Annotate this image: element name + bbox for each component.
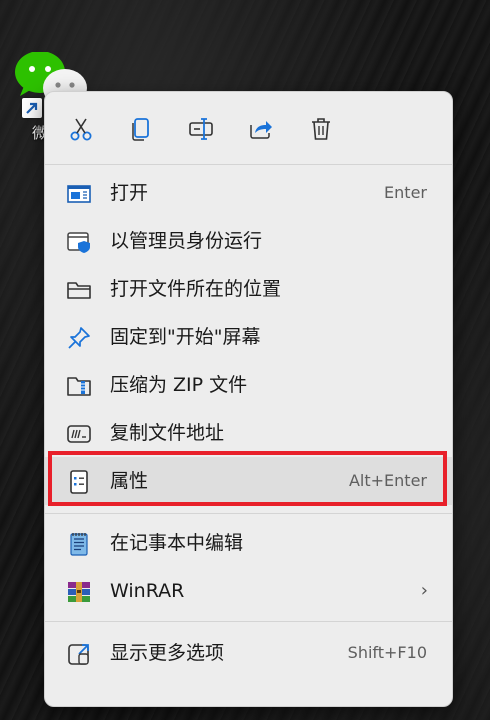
copy-icon [132, 118, 149, 141]
separator [45, 513, 452, 514]
menu-item-shortcut: Enter [384, 183, 427, 202]
copy-path-icon [66, 421, 92, 447]
rename-button[interactable] [184, 112, 218, 146]
separator [45, 621, 452, 622]
menu-item-label: 在记事本中编辑 [110, 532, 244, 554]
menu-item-label: WinRAR [110, 580, 185, 602]
menu-item-label: 打开文件所在的位置 [110, 278, 282, 300]
pin-icon [66, 325, 92, 351]
delete-button[interactable] [304, 112, 338, 146]
share-button[interactable] [244, 112, 278, 146]
menu-item-label: 显示更多选项 [110, 642, 225, 664]
menu-item-copy-path[interactable]: 复制文件地址 [45, 409, 452, 457]
more-options-icon [66, 641, 92, 667]
menu-item-show-more-options[interactable]: 显示更多选项 Shift+F10 [45, 629, 452, 677]
menu-item-label: 固定到"开始"屏幕 [110, 326, 261, 348]
menu-item-label: 打开 [110, 182, 149, 204]
menu-item-shortcut: Shift+F10 [347, 643, 427, 662]
cut-icon [70, 118, 92, 141]
rename-icon [189, 118, 213, 140]
menu-item-run-as-admin[interactable]: 以管理员身份运行 [45, 217, 452, 265]
menu-item-edit-in-notepad[interactable]: 在记事本中编辑 [45, 519, 452, 567]
winrar-icon [66, 579, 92, 605]
menu-item-label: 压缩为 ZIP 文件 [110, 374, 248, 396]
menu-item-open-file-location[interactable]: 打开文件所在的位置 [45, 265, 452, 313]
submenu-chevron-icon: › [420, 580, 428, 601]
menu-item-label: 复制文件地址 [110, 422, 225, 444]
menu-item-label: 以管理员身份运行 [110, 230, 263, 252]
context-menu-toolbar [45, 92, 452, 164]
zip-folder-icon [66, 373, 92, 399]
delete-icon [312, 118, 330, 140]
cut-button[interactable] [64, 112, 98, 146]
app-window-icon [66, 181, 92, 207]
menu-item-winrar[interactable]: WinRAR › [45, 567, 452, 615]
folder-icon [66, 277, 92, 303]
context-menu: 打开 Enter 以管理员身份运行 打开文件所在的位置 固定到"开始"屏幕 压缩… [44, 91, 453, 707]
copy-button[interactable] [124, 112, 158, 146]
menu-item-open[interactable]: 打开 Enter [45, 169, 452, 217]
admin-shield-icon [66, 229, 92, 255]
shortcut-arrow-icon [22, 98, 42, 118]
separator [45, 164, 452, 165]
notepad-icon [66, 531, 92, 557]
menu-item-compress-zip[interactable]: 压缩为 ZIP 文件 [45, 361, 452, 409]
menu-item-pin-to-start[interactable]: 固定到"开始"屏幕 [45, 313, 452, 361]
share-icon [250, 121, 272, 139]
highlight-box [48, 451, 447, 506]
